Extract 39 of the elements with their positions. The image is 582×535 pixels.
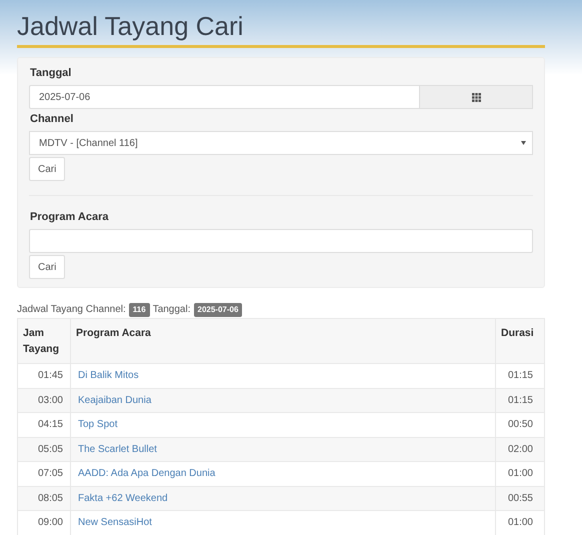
- time-cell: 09:00: [18, 510, 70, 535]
- column-header: Program Acara: [70, 318, 496, 364]
- time-cell: 01:45: [18, 364, 70, 388]
- duration-cell: 01:15: [496, 388, 544, 412]
- caption-text: Jadwal Tayang Channel:: [17, 304, 126, 315]
- date-field[interactable]: 2025-07-06: [29, 85, 420, 109]
- date-badge: 2025-07-06: [194, 302, 242, 316]
- time-cell: 03:00: [18, 388, 70, 412]
- caption-text: Tanggal:: [152, 304, 190, 315]
- duration-cell: 01:15: [496, 364, 544, 388]
- program-link[interactable]: New SensasiHot: [78, 517, 152, 528]
- duration-cell: 00:50: [496, 412, 544, 437]
- time-cell: 05:05: [18, 437, 70, 462]
- program-link[interactable]: Di Balik Mitos: [78, 370, 139, 382]
- program-link[interactable]: Top Spot: [78, 419, 118, 430]
- program-link[interactable]: The Scarlet Bullet: [78, 444, 157, 455]
- time-cell: 07:05: [18, 462, 70, 486]
- field-label: Tanggal: [30, 66, 72, 80]
- search-button[interactable]: Cari: [29, 255, 66, 279]
- column-header: Jam Tayang: [18, 318, 70, 364]
- column-header: Durasi: [496, 318, 544, 364]
- field-label: Program Acara: [30, 210, 110, 224]
- program-link[interactable]: Keajaiban Dunia: [78, 394, 152, 406]
- program-link[interactable]: Fakta +62 Weekend: [78, 492, 168, 504]
- duration-cell: 00:55: [496, 486, 544, 510]
- time-cell: 08:05: [18, 486, 70, 510]
- channel-badge: 116: [128, 302, 150, 316]
- duration-cell: 01:00: [496, 462, 544, 486]
- field-label: Channel: [30, 112, 74, 126]
- program-field[interactable]: [29, 229, 533, 253]
- search-button[interactable]: Cari: [29, 157, 66, 181]
- caret-icon: [521, 141, 526, 145]
- duration-cell: 02:00: [496, 437, 544, 462]
- channel-dropdown[interactable]: MDTV - [Channel 116]: [29, 131, 533, 155]
- program-link[interactable]: AADD: Ada Apa Dengan Dunia: [78, 468, 216, 480]
- time-cell: 04:15: [18, 412, 70, 437]
- page-title: Jadwal Tayang Cari: [17, 0, 545, 48]
- calendar-button[interactable]: [420, 85, 533, 109]
- grid-icon: [472, 92, 480, 102]
